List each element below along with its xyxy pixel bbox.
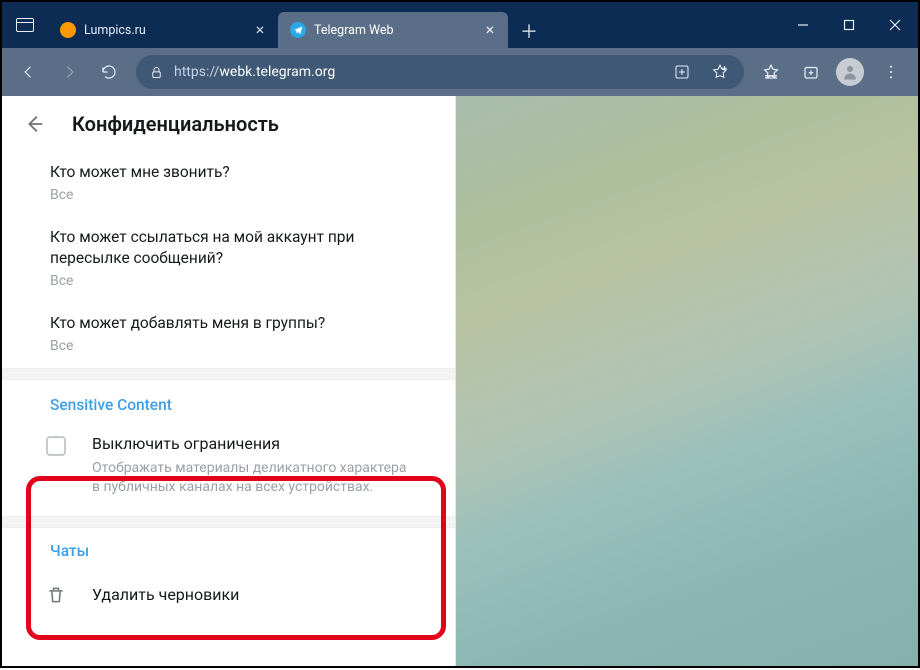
- close-window-button[interactable]: [872, 2, 918, 48]
- favicon-telegram: [290, 22, 306, 38]
- delete-drafts-row[interactable]: Удалить черновики: [2, 568, 455, 624]
- tab-title: Lumpics.ru: [84, 23, 244, 38]
- extensions-icon[interactable]: [668, 58, 696, 86]
- chat-background: [456, 96, 918, 666]
- privacy-groups-row[interactable]: Кто может добавлять меня в группы? Все: [2, 303, 455, 368]
- privacy-answer: Все: [50, 187, 433, 203]
- disable-filtering-label: Выключить ограничения: [92, 434, 412, 453]
- settings-back-button[interactable]: [20, 110, 48, 138]
- forward-button[interactable]: [50, 54, 88, 90]
- address-bar[interactable]: https://webk.telegram.org: [136, 55, 744, 89]
- back-button[interactable]: [10, 54, 48, 90]
- favorites-button[interactable]: [752, 54, 790, 90]
- address-url: https://webk.telegram.org: [174, 64, 658, 80]
- section-divider: [2, 368, 455, 380]
- new-tab-button[interactable]: ＋: [512, 14, 546, 48]
- privacy-question: Кто может ссылаться на мой аккаунт при п…: [50, 227, 433, 269]
- favicon-lumpics: [60, 22, 76, 38]
- privacy-calls-row[interactable]: Кто может мне звонить? Все: [2, 152, 455, 217]
- sensitive-content-header: Sensitive Content: [2, 380, 455, 422]
- close-icon[interactable]: ×: [482, 22, 498, 38]
- minimize-button[interactable]: [780, 2, 826, 48]
- section-divider: [2, 516, 455, 528]
- privacy-question: Кто может добавлять меня в группы?: [50, 313, 433, 334]
- favorite-star-icon[interactable]: [706, 58, 734, 86]
- chats-header: Чаты: [2, 528, 455, 568]
- tab-telegram-web[interactable]: Telegram Web ×: [278, 12, 508, 48]
- tab-strip: Lumpics.ru × Telegram Web × ＋: [48, 2, 780, 48]
- window-controls: [780, 2, 918, 48]
- page-content: Конфиденциальность Кто может мне звонить…: [0, 96, 920, 668]
- disable-filtering-row[interactable]: Выключить ограничения Отображать материа…: [2, 422, 455, 516]
- maximize-button[interactable]: [826, 2, 872, 48]
- menu-button[interactable]: [872, 54, 910, 90]
- browser-titlebar: Lumpics.ru × Telegram Web × ＋: [2, 2, 918, 48]
- profile-avatar[interactable]: [836, 58, 864, 86]
- checkbox-icon[interactable]: [46, 436, 66, 456]
- tab-lumpics[interactable]: Lumpics.ru ×: [48, 12, 278, 48]
- privacy-answer: Все: [50, 273, 433, 289]
- collections-button[interactable]: [792, 54, 830, 90]
- window-tabs-icon[interactable]: [2, 2, 48, 48]
- refresh-button[interactable]: [90, 54, 128, 90]
- tab-title: Telegram Web: [314, 23, 474, 38]
- delete-drafts-label: Удалить черновики: [92, 585, 239, 604]
- settings-panel: Конфиденциальность Кто может мне звонить…: [2, 96, 456, 666]
- close-icon[interactable]: ×: [252, 22, 268, 38]
- disable-filtering-desc: Отображать материалы деликатного характе…: [92, 459, 412, 498]
- trash-icon: [46, 584, 66, 606]
- privacy-answer: Все: [50, 338, 433, 354]
- settings-header: Конфиденциальность: [2, 96, 455, 152]
- privacy-forwarding-row[interactable]: Кто может ссылаться на мой аккаунт при п…: [2, 217, 455, 303]
- page-title: Конфиденциальность: [72, 112, 279, 136]
- privacy-question: Кто может мне звонить?: [50, 162, 433, 183]
- browser-toolbar: https://webk.telegram.org: [2, 48, 918, 96]
- lock-icon: [148, 64, 164, 80]
